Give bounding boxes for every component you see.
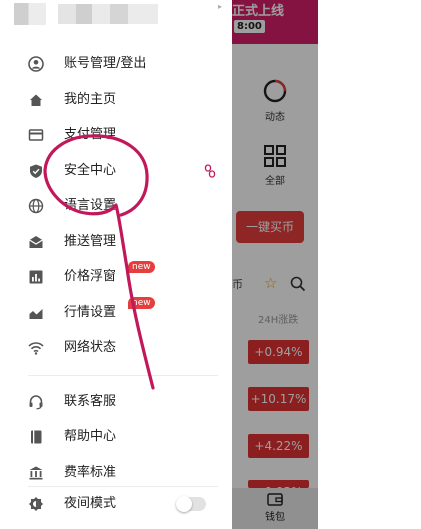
globe-icon [28, 198, 44, 214]
new-badge: new [128, 261, 155, 273]
envelope-icon [29, 236, 43, 248]
menu-item-label: 价格浮窗 [64, 269, 117, 284]
menu-item-label: 语言设置 [64, 198, 117, 213]
menu-item-help[interactable]: 帮助中心 [0, 421, 232, 453]
home-icon [30, 94, 42, 106]
chevron-right-icon: ▸ [218, 2, 223, 11]
menu-item-price-float[interactable]: 价格浮窗 new [0, 261, 232, 293]
wifi-icon [28, 342, 44, 355]
menu-item-label: 夜间模式 [64, 496, 117, 511]
menu-item-fees[interactable]: 费率标准 [0, 457, 232, 489]
bank-icon [29, 466, 43, 480]
menu-item-contact[interactable]: 联系客服 [0, 386, 232, 418]
menu-item-security[interactable]: 安全中心 [0, 155, 232, 187]
menu-item-label: 安全中心 [64, 163, 117, 178]
menu-item-label: 账号管理/登出 [64, 56, 147, 71]
toggle-knob [176, 496, 192, 512]
shield-icon [30, 164, 42, 178]
area-chart-icon [29, 309, 43, 319]
menu-item-network[interactable]: 网络状态 [0, 332, 232, 364]
user-circle-icon [28, 56, 44, 72]
night-mode-icon [29, 497, 43, 511]
side-drawer: ▸ 账号管理/登出 我的主页 支付管理 安全中心 语言设置 推送管理 价格浮窗 … [0, 0, 232, 529]
menu-item-label: 支付管理 [64, 127, 117, 142]
menu-item-label: 推送管理 [64, 234, 117, 249]
credit-card-icon [28, 129, 44, 141]
menu-item-label: 联系客服 [64, 394, 117, 409]
menu-divider [28, 375, 218, 376]
user-id-redacted [58, 4, 158, 24]
book-icon [31, 430, 42, 444]
bar-chart-icon [29, 270, 43, 284]
link-icon [204, 164, 216, 178]
menu-item-market-settings[interactable]: 行情设置 new [0, 297, 232, 329]
menu-item-label: 帮助中心 [64, 429, 117, 444]
menu-item-account[interactable]: 账号管理/登出 [0, 48, 232, 80]
menu-divider [28, 486, 218, 487]
menu-item-label: 行情设置 [64, 305, 117, 320]
menu-item-label: 网络状态 [64, 340, 117, 355]
menu-item-label: 我的主页 [64, 92, 117, 107]
new-badge: new [128, 297, 155, 309]
headset-icon [29, 395, 43, 410]
menu-item-payment[interactable]: 支付管理 [0, 119, 232, 151]
night-mode-toggle[interactable] [176, 496, 206, 512]
drawer-header[interactable]: ▸ [0, 0, 232, 36]
menu-item-push[interactable]: 推送管理 [0, 226, 232, 258]
menu-item-label: 费率标准 [64, 465, 117, 480]
menu-item-language[interactable]: 语言设置 [0, 190, 232, 222]
drawer-scrim[interactable] [232, 0, 318, 529]
menu-item-home[interactable]: 我的主页 [0, 84, 232, 116]
user-name-redacted [14, 3, 46, 25]
